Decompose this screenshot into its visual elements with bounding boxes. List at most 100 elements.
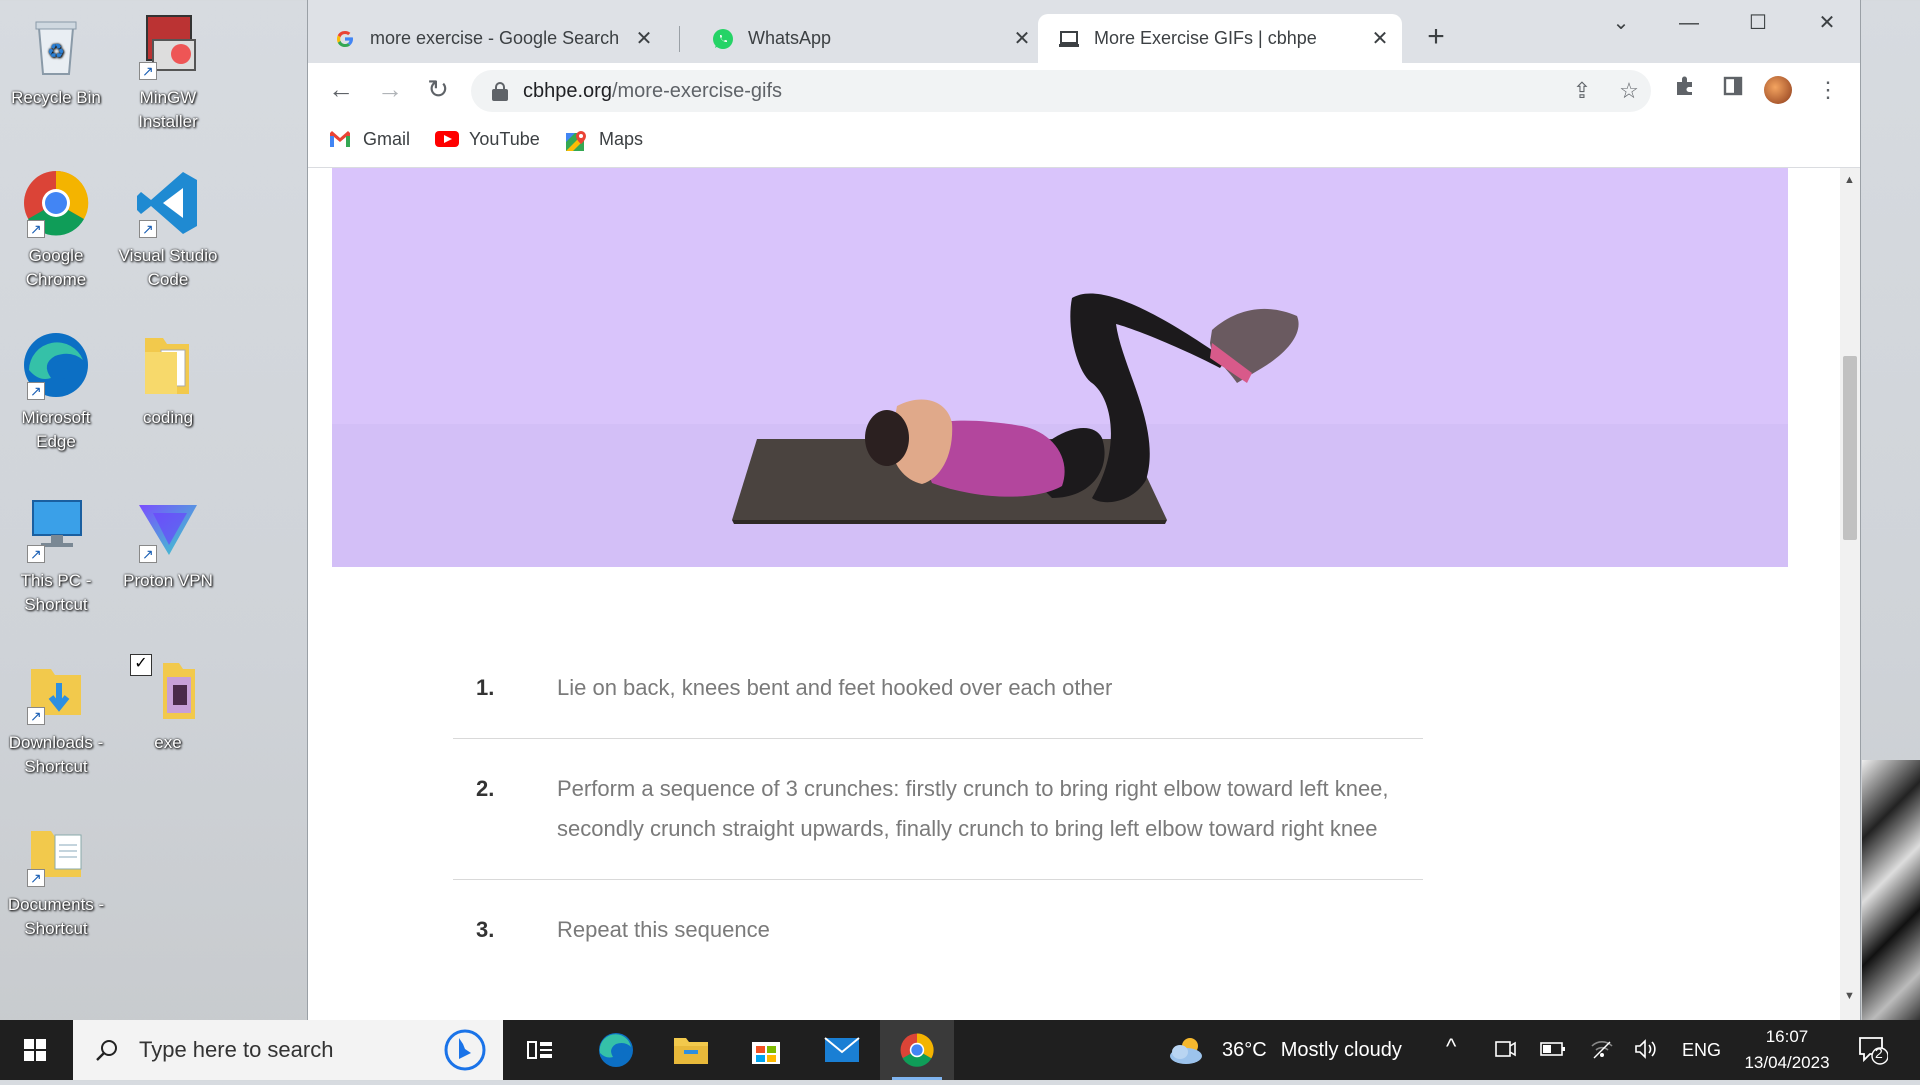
step-item: 2. Perform a sequence of 3 crunches: fir… — [453, 739, 1423, 880]
tab-whatsapp[interactable]: WhatsApp ✕ — [692, 14, 1044, 63]
back-button[interactable]: ← — [323, 71, 359, 107]
maximize-button[interactable]: ☐ — [1735, 6, 1781, 40]
meet-now-icon[interactable] — [1494, 1038, 1516, 1066]
taskbar-search-box[interactable]: Type here to search — [73, 1020, 503, 1080]
taskbar-file-explorer[interactable] — [654, 1020, 728, 1080]
share-icon[interactable]: ⇪ — [1567, 78, 1597, 104]
browser-toolbar: ← → ↻ cbhpe.org/more-exercise-gifs ⇪ ☆ ⋮ — [308, 63, 1860, 119]
tab-search-button[interactable]: ⌄ — [1598, 6, 1644, 40]
taskbar-edge[interactable] — [579, 1020, 653, 1080]
profile-avatar[interactable] — [1764, 76, 1792, 104]
mingw-desktop-icon[interactable]: MinGW Installer — [113, 10, 223, 134]
scroll-down-arrow[interactable]: ▼ — [1844, 990, 1855, 1002]
step-item: 1. Lie on back, knees bent and feet hook… — [453, 642, 1423, 739]
svg-text:♻: ♻ — [47, 41, 65, 63]
desktop-icon-label: Visual Studio Code — [118, 246, 218, 289]
taskbar-chrome[interactable] — [880, 1020, 954, 1080]
task-view-button[interactable] — [503, 1020, 577, 1080]
weather-cloud-icon — [1170, 1038, 1202, 1064]
reload-button[interactable]: ↻ — [420, 71, 456, 107]
tab-title: more exercise - Google Search — [370, 28, 620, 48]
weather-widget[interactable]: 36°C Mostly cloudy — [1166, 1020, 1402, 1080]
recycle-bin-icon: ♻ — [21, 10, 91, 80]
vscode-desktop-icon[interactable]: Visual Studio Code — [113, 168, 223, 292]
selection-checkbox[interactable]: ✓ — [130, 654, 152, 676]
tab-google-search[interactable]: more exercise - Google Search ✕ — [314, 14, 666, 63]
chrome-menu-icon[interactable]: ⋮ — [1813, 75, 1843, 105]
close-tab-icon[interactable]: ✕ — [1010, 26, 1034, 51]
close-tab-icon[interactable]: ✕ — [632, 26, 656, 51]
extensions-icon[interactable] — [1670, 75, 1700, 105]
notification-count: 2 — [1875, 1045, 1883, 1061]
exercise-gif — [332, 168, 1788, 567]
scroll-up-arrow[interactable]: ▲ — [1844, 174, 1855, 186]
windows-logo-icon — [24, 1039, 46, 1061]
recycle-bin-desktop-icon[interactable]: ♻ Recycle Bin — [1, 10, 111, 110]
taskbar-microsoft-store[interactable] — [729, 1020, 803, 1080]
step-text: Lie on back, knees bent and feet hooked … — [557, 675, 1113, 700]
step-item: 3. Repeat this sequence — [453, 880, 1423, 980]
scrollbar-thumb[interactable] — [1843, 356, 1857, 540]
bookmark-label: Gmail — [363, 129, 411, 149]
downloads-desktop-icon[interactable]: Downloads - Shortcut — [1, 655, 111, 779]
step-text: Perform a sequence of 3 crunches: firstl… — [557, 776, 1389, 841]
google-icon — [334, 28, 356, 50]
maps-icon — [565, 130, 587, 151]
documents-desktop-icon[interactable]: Documents - Shortcut — [1, 817, 111, 941]
battery-icon[interactable] — [1540, 1038, 1566, 1066]
bookmark-label: Maps — [599, 129, 644, 149]
this-pc-desktop-icon[interactable]: This PC - Shortcut — [1, 493, 111, 617]
edge-icon — [599, 1033, 633, 1067]
clock-time: 16:07 — [1765, 1027, 1809, 1046]
bookmarks-bar: Gmail YouTube Maps — [308, 119, 1860, 168]
bookmark-gmail[interactable]: Gmail — [329, 129, 410, 150]
desktop-icon-label: Google Chrome — [25, 246, 87, 289]
coding-folder-desktop-icon[interactable]: coding — [113, 330, 223, 430]
bookmark-star-icon[interactable]: ☆ — [1614, 78, 1644, 104]
vertical-scrollbar[interactable]: ▲ ▼ — [1840, 168, 1860, 1020]
minimize-button[interactable]: — — [1666, 6, 1712, 40]
weather-condition: Mostly cloudy — [1280, 1038, 1402, 1061]
desktop-icon-label: exe — [154, 733, 182, 752]
chrome-icon — [21, 168, 91, 241]
side-panel-icon[interactable] — [1718, 75, 1748, 105]
file-explorer-icon — [674, 1038, 708, 1064]
address-bar[interactable]: cbhpe.org/more-exercise-gifs ⇪ ☆ — [471, 70, 1651, 112]
tab-divider — [679, 26, 680, 52]
store-icon — [752, 1042, 780, 1064]
desktop-icon-label: coding — [142, 408, 194, 427]
tab-cbhpe[interactable]: More Exercise GIFs | cbhpe ✕ — [1038, 14, 1402, 63]
weather-temp: 36°C — [1222, 1038, 1267, 1061]
exercise-illustration — [732, 293, 1299, 524]
bookmark-youtube[interactable]: YouTube — [435, 129, 540, 150]
url-path: /more-exercise-gifs — [611, 79, 783, 102]
bookmark-label: YouTube — [469, 129, 540, 149]
task-view-icon — [527, 1041, 552, 1059]
taskbar: Type here to search 36°C Mostly cloudy ^ — [0, 1020, 1920, 1080]
taskbar-mail[interactable] — [805, 1020, 879, 1080]
start-button[interactable] — [0, 1020, 70, 1080]
close-tab-icon[interactable]: ✕ — [1368, 26, 1392, 51]
show-hidden-icons-chevron[interactable]: ^ — [1446, 1034, 1456, 1060]
mail-icon — [824, 1037, 860, 1062]
computer-icon — [21, 493, 91, 566]
close-window-button[interactable]: ✕ — [1804, 6, 1850, 40]
search-placeholder: Type here to search — [139, 1037, 334, 1062]
notification-center-icon[interactable]: 2 — [1856, 1034, 1889, 1072]
taskbar-clock[interactable]: 16:07 13/04/2023 — [1742, 1024, 1832, 1076]
tab-strip: more exercise - Google Search ✕ WhatsApp… — [308, 0, 1860, 63]
new-tab-button[interactable]: + — [1418, 20, 1454, 54]
gmail-icon — [329, 130, 351, 150]
volume-icon[interactable] — [1634, 1038, 1658, 1066]
forward-button[interactable]: → — [372, 71, 408, 107]
youtube-icon — [435, 130, 459, 150]
edge-desktop-icon[interactable]: Microsoft Edge — [1, 330, 111, 454]
lock-icon — [491, 81, 509, 101]
bing-icon[interactable] — [443, 1028, 487, 1072]
chrome-desktop-icon[interactable]: Google Chrome — [1, 168, 111, 292]
bookmark-maps[interactable]: Maps — [565, 129, 644, 151]
network-icon[interactable] — [1590, 1038, 1614, 1066]
language-indicator[interactable]: ENG — [1682, 1040, 1721, 1061]
vpn-icon — [133, 493, 203, 566]
proton-vpn-desktop-icon[interactable]: Proton VPN — [113, 493, 223, 593]
